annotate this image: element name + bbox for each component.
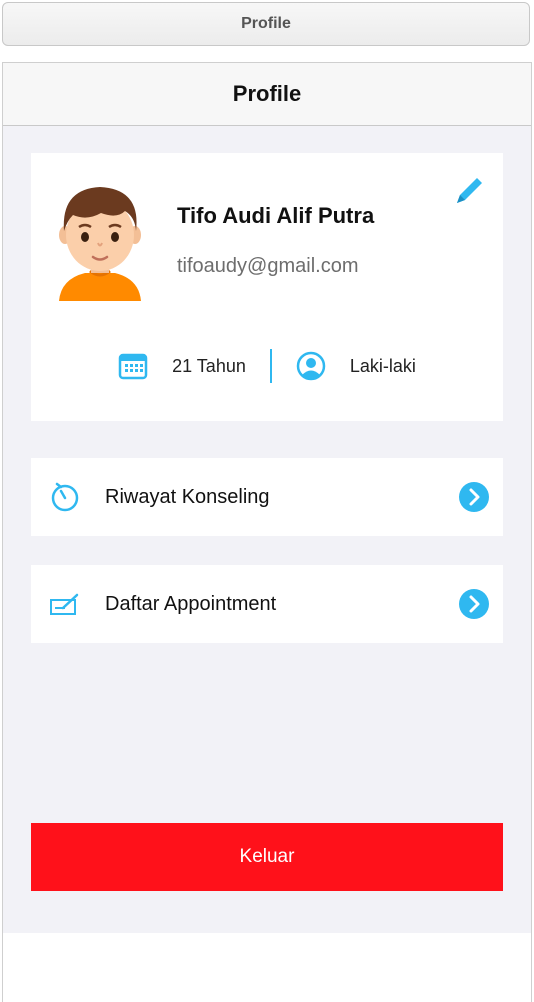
window-title-bar: Profile xyxy=(2,2,530,46)
menu-item-riwayat-konseling[interactable]: Riwayat Konseling xyxy=(31,458,503,536)
chevron-right-icon[interactable] xyxy=(459,589,489,619)
pencil-icon[interactable] xyxy=(453,173,487,207)
menu-label: Daftar Appointment xyxy=(105,592,277,615)
menu-label: Riwayat Konseling xyxy=(105,485,270,508)
page-title: Profile xyxy=(232,81,302,106)
app-screen: Profile Tifo Audi Alif Putra tifoaudy@gm… xyxy=(2,62,532,1002)
menu-item-daftar-appointment[interactable]: Daftar Appointment xyxy=(31,565,503,643)
chevron-right-icon[interactable] xyxy=(459,482,489,512)
user-circle-icon xyxy=(296,351,326,381)
profile-info-row: 21 Tahun Laki-laki xyxy=(31,347,503,385)
age-info: 21 Tahun xyxy=(118,351,246,381)
avatar xyxy=(59,187,141,301)
calendar-icon xyxy=(118,353,148,380)
window-title: Profile xyxy=(241,15,291,32)
gender-text: Laki-laki xyxy=(349,355,416,376)
profile-email: tifoaudy@gmail.com xyxy=(177,255,359,277)
profile-name: Tifo Audi Alif Putra xyxy=(177,203,375,228)
profile-card: Tifo Audi Alif Putra tifoaudy@gmail.com … xyxy=(31,153,503,421)
timer-icon xyxy=(51,482,79,512)
appointment-list-icon xyxy=(50,593,79,615)
gender-info: Laki-laki xyxy=(296,351,416,381)
info-divider xyxy=(269,349,272,383)
navigation-bar: Profile xyxy=(3,63,531,126)
tab-bar-area xyxy=(3,933,531,1002)
age-text: 21 Tahun xyxy=(172,355,246,376)
logout-button[interactable]: Keluar xyxy=(31,823,503,891)
